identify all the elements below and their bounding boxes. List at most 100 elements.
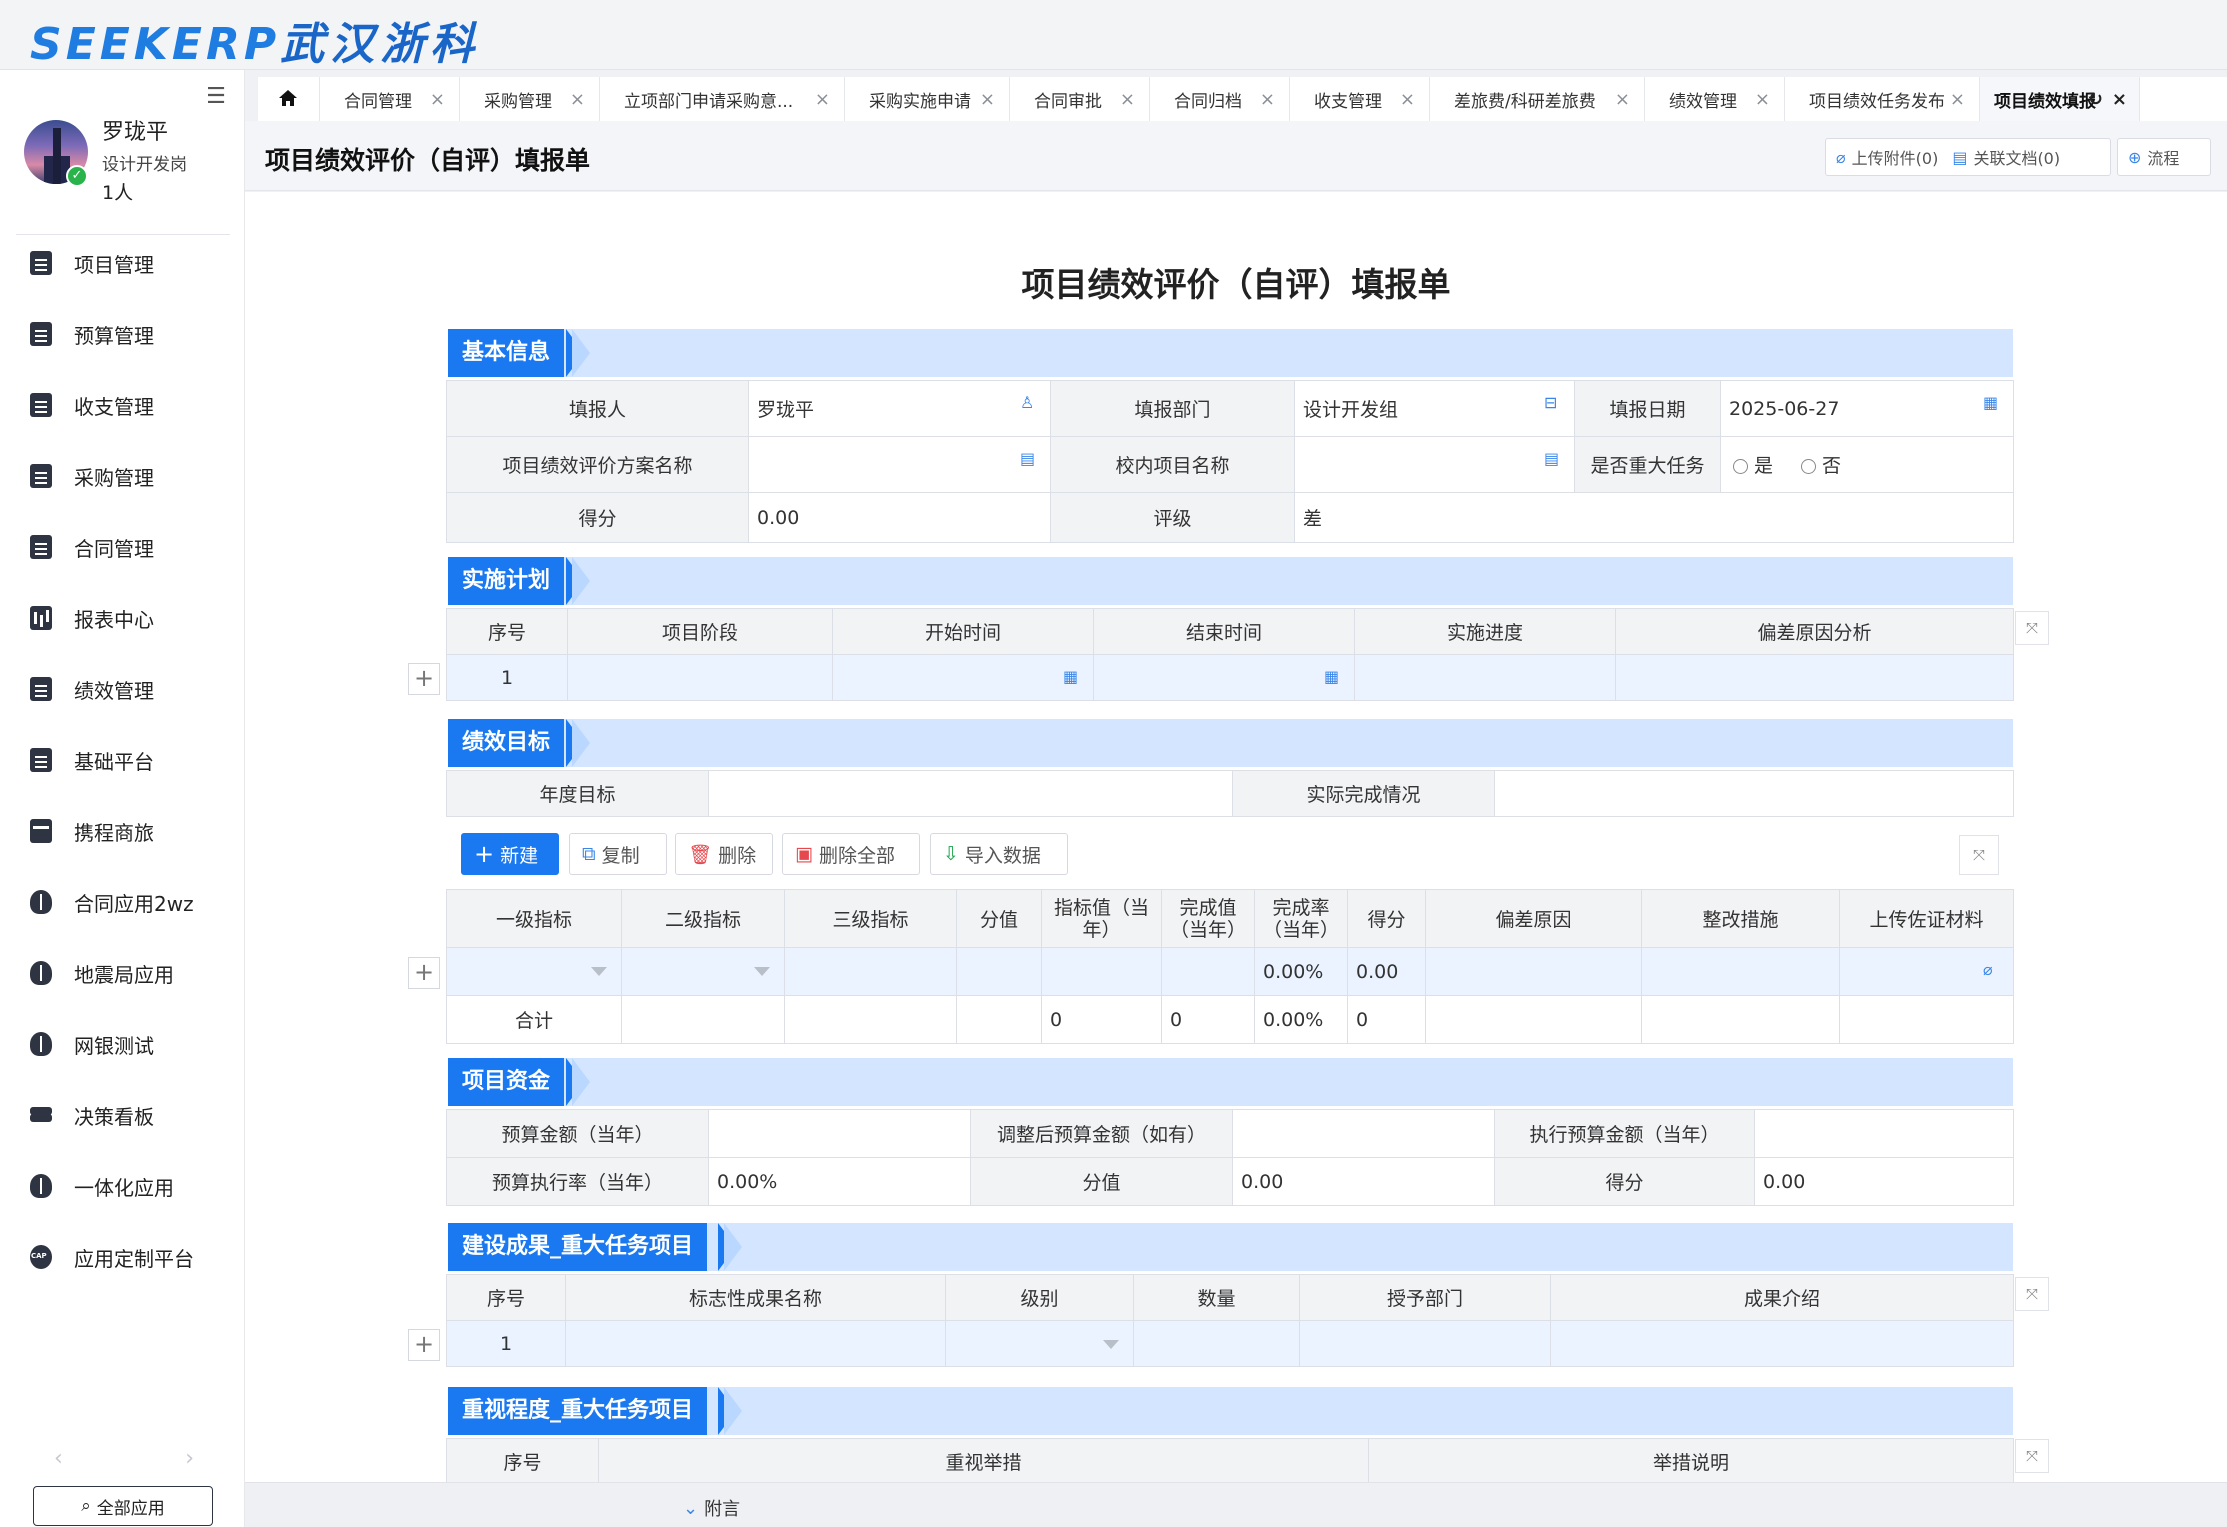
level-select[interactable] xyxy=(945,1320,1134,1367)
close-icon[interactable]: × xyxy=(430,89,445,110)
sidebar-item-project[interactable]: 项目管理 xyxy=(0,238,245,288)
close-icon[interactable]: × xyxy=(980,89,995,110)
sidebar-item-revenue[interactable]: 收支管理 xyxy=(0,380,245,430)
add-row-button[interactable]: + xyxy=(408,957,440,989)
calendar-icon[interactable]: ▦ xyxy=(1324,668,1342,686)
sidebar-item-budget[interactable]: 预算管理 xyxy=(0,309,245,359)
level2-select[interactable] xyxy=(621,947,785,996)
copy-button[interactable]: ⧉ 复制 xyxy=(569,833,667,875)
sidebar-item-reports[interactable]: 报表中心 xyxy=(0,593,245,643)
sidebar-item-dashboard[interactable]: 决策看板 xyxy=(0,1090,245,1140)
related-docs-button[interactable]: 关联文档(0) xyxy=(1973,145,2060,169)
paperclip-icon[interactable]: ⌀ xyxy=(1983,961,2001,979)
add-row-button[interactable]: + xyxy=(408,1329,440,1361)
tab-travel-expense[interactable]: 差旅费/科研差旅费 × xyxy=(1430,77,1645,121)
start-date-cell[interactable]: ▦ xyxy=(832,654,1094,701)
plan-field[interactable]: ▤ xyxy=(748,436,1051,493)
rectification-cell[interactable] xyxy=(1641,947,1840,996)
date-field[interactable]: 2025-06-27 ▦ xyxy=(1720,380,2014,437)
radio-no[interactable] xyxy=(1801,459,1817,474)
achievement-name-cell[interactable] xyxy=(565,1320,946,1367)
remarks-toggle[interactable]: ⌄ 附言 xyxy=(683,1495,740,1521)
exec-budget-field[interactable] xyxy=(1754,1109,2014,1158)
calendar-icon[interactable]: ▦ xyxy=(1063,668,1081,686)
quantity-cell[interactable] xyxy=(1133,1320,1300,1367)
close-icon[interactable]: × xyxy=(1400,89,1415,110)
deviation-cell[interactable] xyxy=(1615,654,2014,701)
sidebar-item-integrated[interactable]: 一体化应用 xyxy=(0,1161,245,1211)
upload-evidence-cell[interactable]: ⌀ xyxy=(1839,947,2014,996)
flow-button[interactable]: ⊕ 流程 xyxy=(2117,138,2211,176)
import-button[interactable]: ⇩ 导入数据 xyxy=(930,833,1068,875)
reporter-field[interactable]: 罗珑平 ♙ xyxy=(748,380,1051,437)
achievement-intro-cell[interactable] xyxy=(1550,1320,2014,1367)
radio-yes[interactable] xyxy=(1733,459,1748,474)
close-icon[interactable]: × xyxy=(1950,89,1965,110)
user-icon[interactable]: ♙ xyxy=(1020,394,1038,412)
tab-revenue-mgmt[interactable]: 收支管理 × xyxy=(1290,77,1430,121)
delete-button[interactable]: 🗑 删除 xyxy=(675,833,773,875)
level3-cell[interactable] xyxy=(784,947,957,996)
tab-dept-procurement-request[interactable]: 立项部门申请采购意... × xyxy=(600,77,845,121)
expand-icon[interactable]: ⤧ xyxy=(2015,1439,2049,1473)
tab-contract-mgmt[interactable]: 合同管理 × xyxy=(320,77,460,121)
refresh-icon[interactable]: ↻ xyxy=(2088,89,2103,110)
target-value-cell[interactable] xyxy=(1041,947,1162,996)
end-date-cell[interactable]: ▦ xyxy=(1093,654,1355,701)
upload-attachment-button[interactable]: 上传附件(0) xyxy=(1852,145,1939,169)
sidebar-item-contract[interactable]: 合同管理 xyxy=(0,522,245,572)
radio-yes-label: 是 xyxy=(1754,455,1774,477)
granting-dept-cell[interactable] xyxy=(1299,1320,1551,1367)
tab-contract-archive[interactable]: 合同归档 × xyxy=(1150,77,1290,121)
adjusted-budget-field[interactable] xyxy=(1232,1109,1495,1158)
stage-cell[interactable] xyxy=(567,654,833,701)
org-select-icon[interactable]: ⊟ xyxy=(1544,394,1562,412)
close-icon[interactable]: × xyxy=(2112,89,2127,110)
tab-procurement-impl[interactable]: 采购实施申请 × xyxy=(845,77,1010,121)
sidebar-item-ebank[interactable]: 网银测试 xyxy=(0,1019,245,1069)
sidebar-item-custom-platform[interactable]: 应用定制平台 xyxy=(0,1232,245,1282)
dept-field[interactable]: 设计开发组 ⊟ xyxy=(1294,380,1575,437)
list-select-icon[interactable]: ▤ xyxy=(1544,450,1562,468)
completed-value-cell[interactable] xyxy=(1161,947,1255,996)
tab-home[interactable] xyxy=(258,77,320,121)
all-apps-button[interactable]: ⌕ 全部应用 xyxy=(33,1486,213,1526)
sidebar-item-contract-app[interactable]: 合同应用2wz xyxy=(0,877,245,927)
close-icon[interactable]: × xyxy=(1260,89,1275,110)
chevron-left-icon[interactable]: ‹ xyxy=(54,1446,63,1471)
progress-cell[interactable] xyxy=(1354,654,1616,701)
calendar-icon[interactable]: ▦ xyxy=(1983,394,2001,412)
tab-performance-mgmt[interactable]: 绩效管理 × xyxy=(1645,77,1785,121)
points-cell[interactable] xyxy=(956,947,1042,996)
list-select-icon[interactable]: ▤ xyxy=(1020,450,1038,468)
new-button[interactable]: + 新建 xyxy=(461,833,559,875)
sidebar-item-platform[interactable]: 基础平台 xyxy=(0,735,245,785)
close-icon[interactable]: × xyxy=(1755,89,1770,110)
collapse-menu-icon[interactable]: ☰ xyxy=(203,85,229,111)
new-label: 新建 xyxy=(500,844,539,867)
campus-project-field[interactable]: ▤ xyxy=(1294,436,1575,493)
tab-contract-approval[interactable]: 合同审批 × xyxy=(1010,77,1150,121)
expand-icon[interactable]: ⤧ xyxy=(2015,1277,2049,1311)
close-icon[interactable]: × xyxy=(1120,89,1135,110)
actual-completion-field[interactable] xyxy=(1494,770,2014,817)
close-icon[interactable]: × xyxy=(1615,89,1630,110)
close-icon[interactable]: × xyxy=(815,89,830,110)
level1-select[interactable] xyxy=(446,947,622,996)
expand-icon[interactable]: ⤧ xyxy=(1959,835,1999,875)
tab-perf-task-publish[interactable]: 项目绩效任务发布 × xyxy=(1785,77,1980,121)
tab-procurement-mgmt[interactable]: 采购管理 × xyxy=(460,77,600,121)
sidebar-item-ctrip[interactable]: 携程商旅 xyxy=(0,806,245,856)
sidebar-item-earthquake[interactable]: 地震局应用 xyxy=(0,948,245,998)
sidebar-item-procurement[interactable]: 采购管理 xyxy=(0,451,245,501)
delete-all-button[interactable]: ▣ 删除全部 xyxy=(782,833,920,875)
annual-target-field[interactable] xyxy=(708,770,1233,817)
add-row-button[interactable]: + xyxy=(408,663,440,695)
expand-icon[interactable]: ⤧ xyxy=(2015,611,2049,645)
deviation-reason-cell[interactable] xyxy=(1425,947,1642,996)
close-icon[interactable]: × xyxy=(570,89,585,110)
chevron-right-icon[interactable]: › xyxy=(185,1446,194,1471)
budget-field[interactable] xyxy=(708,1109,971,1158)
sidebar-item-performance[interactable]: 绩效管理 xyxy=(0,664,245,714)
tab-perf-report[interactable]: 项目绩效填报 ↻ × xyxy=(1980,77,2140,121)
